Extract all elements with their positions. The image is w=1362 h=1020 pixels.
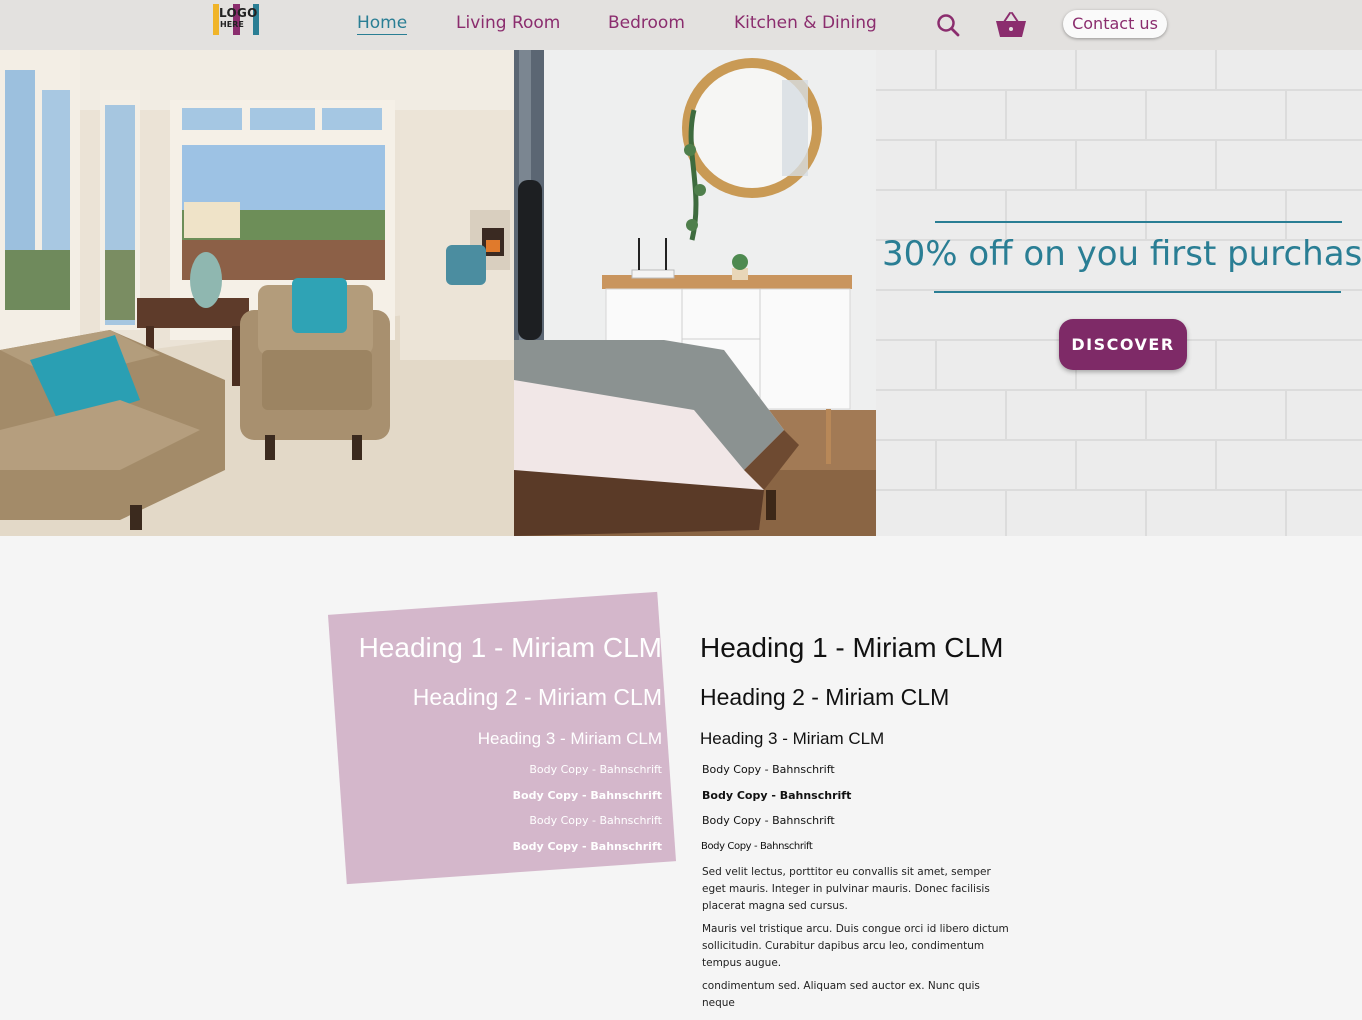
bedroom-image bbox=[514, 50, 876, 536]
body-copy-sample-light-2: Body Copy - Bahnschrift bbox=[512, 789, 662, 802]
discover-button[interactable]: DISCOVER bbox=[1059, 319, 1187, 370]
logo-text: LOGO bbox=[219, 6, 258, 20]
promo-headline: 30% off on you first purchase bbox=[882, 234, 1362, 274]
search-icon[interactable] bbox=[936, 13, 960, 41]
promo-panel bbox=[876, 50, 1362, 536]
sample-paragraph-1: Sed velit lectus, porttitor eu convallis… bbox=[702, 866, 991, 912]
basket-icon[interactable] bbox=[995, 11, 1027, 43]
hero-banner: 30% off on you first purchase DISCOVER bbox=[0, 50, 1362, 536]
heading-3-sample: Heading 3 - Miriam CLM bbox=[700, 729, 885, 748]
promo-divider-bottom bbox=[934, 291, 1341, 293]
heading-1-sample: Heading 1 - Miriam CLM bbox=[700, 632, 1004, 663]
logo[interactable]: LOGO HERE bbox=[213, 4, 259, 35]
body-copy-sample-4: Body Copy - Bahnschrift bbox=[701, 841, 813, 852]
top-navigation: LOGO HERE Home Living Room Bedroom Kitch… bbox=[0, 0, 1362, 50]
sample-paragraph-3: condimentum sed. Aliquam sed auctor ex. … bbox=[702, 980, 980, 1009]
heading-2-sample: Heading 2 - Miriam CLM bbox=[700, 684, 950, 710]
body-copy-sample-light-3: Body Copy - Bahnschrift bbox=[529, 814, 662, 827]
body-copy-sample-2: Body Copy - Bahnschrift bbox=[702, 789, 852, 802]
body-copy-sample-3: Body Copy - Bahnschrift bbox=[702, 814, 835, 827]
nav-link-home[interactable]: Home bbox=[357, 13, 408, 35]
nav-link-kitchen-dining[interactable]: Kitchen & Dining bbox=[734, 13, 877, 33]
heading-3-sample-light: Heading 3 - Miriam CLM bbox=[477, 729, 662, 748]
promo-divider-top bbox=[935, 221, 1342, 223]
body-copy-sample-1: Body Copy - Bahnschrift bbox=[702, 763, 835, 776]
body-copy-sample-light-1: Body Copy - Bahnschrift bbox=[529, 763, 662, 776]
living-room-image bbox=[0, 50, 514, 536]
sample-paragraph-2: Mauris vel tristique arcu. Duis congue o… bbox=[702, 923, 1009, 969]
nav-link-living-room[interactable]: Living Room bbox=[456, 13, 560, 33]
body-copy-sample-light-4: Body Copy - Bahnschrift bbox=[512, 840, 662, 853]
heading-2-sample-light: Heading 2 - Miriam CLM bbox=[412, 684, 662, 710]
nav-link-bedroom[interactable]: Bedroom bbox=[608, 13, 685, 33]
logo-subtext: HERE bbox=[220, 20, 244, 29]
contact-us-button[interactable]: Contact us bbox=[1063, 10, 1167, 38]
heading-1-sample-light: Heading 1 - Miriam CLM bbox=[358, 632, 662, 663]
